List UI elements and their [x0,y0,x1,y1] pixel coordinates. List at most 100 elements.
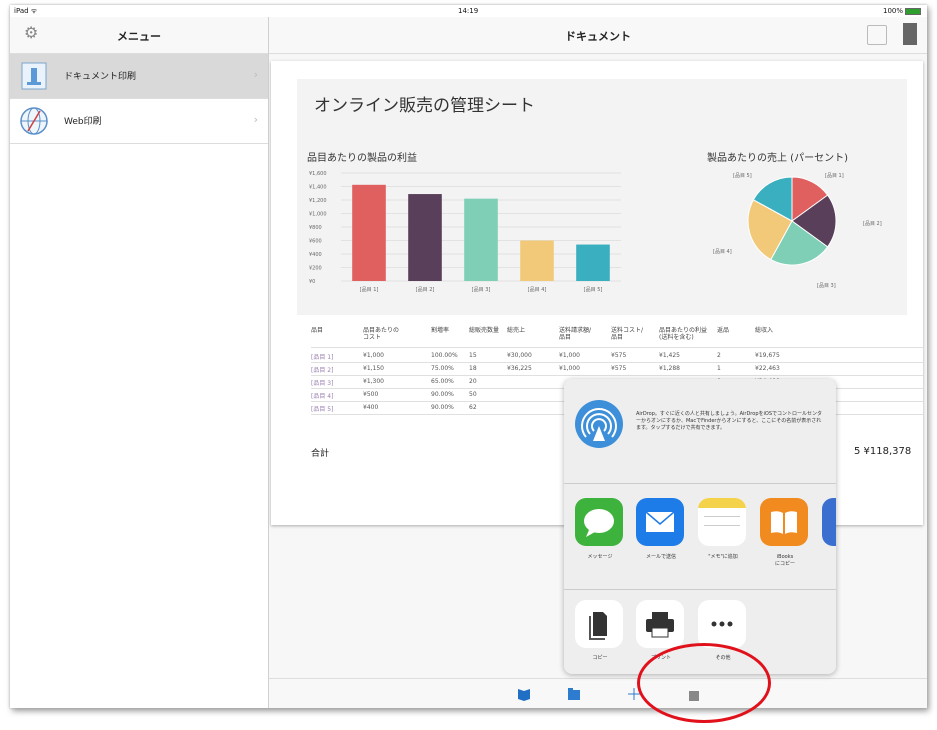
bar-chart-title: 品目あたりの製品の利益 [307,153,417,164]
y-tick-label: ¥800 [309,225,322,231]
table-cell: ¥30,000 [507,352,532,359]
table-cell: ¥575 [611,352,627,359]
column-header: 品目 [311,327,324,334]
pie-chart-title: 製品あたりの売上 (パーセント) [707,153,848,164]
airdrop-icon [575,400,623,448]
x-tick-label: [品目 2] [416,287,435,293]
column-header: 割増率 [431,327,450,334]
pie-label: [品目 4] [713,249,732,255]
table-cell: 62 [469,404,477,411]
messages-icon [575,498,623,546]
y-tick-label: ¥1,600 [309,171,327,177]
column-header: 品目あたりの利益 (送料を含む) [659,327,708,341]
sidebar-item-web-print[interactable]: Web印刷 › [10,99,268,144]
ipad-screen: iPad ᯤ 14:19 100% ⚙ メニュー ドキュメント印刷 › Web印… [10,5,927,708]
pie-chart: [品目 1] [品目 2] [品目 3] [品目 4] [品目 5] [713,173,882,289]
device-label: iPad ᯤ [14,7,38,15]
pie-label: [品目 3] [817,283,836,289]
column-header: 返品 [717,327,730,334]
table-cell: [品目 5] [311,406,334,413]
x-tick-label: [品目 3] [472,287,491,293]
y-tick-label: ¥0 [309,279,315,285]
table-cell: 90.00% [431,404,454,411]
app-partial[interactable] [822,498,836,546]
y-tick-label: ¥1,200 [309,198,327,204]
app-mail[interactable]: メールで送信 [636,498,686,561]
table-cell: [品目 3] [311,380,334,387]
table-cell: ¥1,000 [363,352,384,359]
column-header: 総売上 [507,327,526,334]
copy-icon [575,600,623,648]
printer-icon[interactable] [903,23,917,45]
table-cell: [品目 4] [311,393,334,400]
folder-icon[interactable] [567,687,581,701]
table-cell: 75.00% [431,365,454,372]
printer-icon [636,600,684,648]
airdrop-description: AirDrop。すぐに近くの人と共有しましょう。AirDropをiOSでコントロ… [636,411,822,431]
table-cell: 65.00% [431,378,454,385]
status-bar: iPad ᯤ 14:19 100% [10,5,927,17]
table-cell: 90.00% [431,391,454,398]
table-cell: ¥1,288 [659,365,680,372]
airdrop-section: AirDrop。すぐに近くの人と共有しましょう。AirDropをiOSでコントロ… [564,379,836,484]
app-name: iBooks にコピー [774,554,795,567]
table-cell: ¥575 [611,365,627,372]
table-cell: 20 [469,378,477,385]
battery-icon [905,7,921,15]
x-tick-label: [品目 5] [584,287,603,293]
sidebar-title: メニュー [117,30,161,43]
bottom-toolbar [269,678,927,708]
table-cell: ¥1,425 [659,352,680,359]
sidebar-item-document-print[interactable]: ドキュメント印刷 › [10,54,268,99]
book-icon[interactable] [517,687,531,701]
document-print-icon [21,62,47,90]
table-cell: ¥400 [363,404,379,411]
battery-status: 100% [883,7,921,15]
copy-button[interactable]: コピー [575,600,625,661]
table-cell: ¥36,225 [507,365,532,372]
table-cell: [品目 2] [311,367,334,374]
print-settings-icon[interactable] [867,25,887,45]
table-cell: 1 [717,365,721,372]
action-name: コピー [592,655,608,661]
table-header: 品目 品目あたりの コスト 割増率 総販売数量 総売上 送料請求額/ 品目 送料コスト/ 品… [311,327,923,348]
total-value: 5 ¥118,378 [854,446,912,457]
clock: 14:19 [458,7,479,15]
notes-icon [698,498,746,546]
table-cell: ¥1,150 [363,365,384,372]
table-cell: ¥500 [363,391,379,398]
y-tick-label: ¥200 [309,266,322,272]
highlight-annotation [637,643,771,723]
app-notes[interactable]: "メモ"に追加 [698,498,748,561]
table-cell: ¥19,675 [755,352,780,359]
y-tick-label: ¥600 [309,239,322,245]
column-header: 送料コスト/ 品目 [611,327,644,341]
globe-icon [20,107,48,135]
sidebar-navbar: ⚙ メニュー [10,17,268,54]
document-title: オンライン販売の管理シート [314,96,535,116]
bar [520,240,554,281]
bar [352,184,386,281]
x-tick-label: [品目 1] [360,287,379,293]
table-cell: ¥1,300 [363,378,384,385]
app-name: メッセージ [587,554,613,560]
pie-label: [品目 2] [863,221,882,227]
main-navbar: ドキュメント [269,17,927,54]
table-cell: ¥1,000 [559,352,580,359]
table-cell: ¥22,463 [755,365,780,372]
sidebar-item-label: Web印刷 [64,117,102,127]
chevron-right-icon: › [253,68,258,81]
column-header: 総販売数量 [469,327,500,334]
table-cell: ¥1,000 [559,365,580,372]
app-messages[interactable]: メッセージ [575,498,625,561]
sidebar: ⚙ メニュー ドキュメント印刷 › Web印刷 › [10,17,269,708]
chart-band: オンライン販売の管理シート 品目あたりの製品の利益 製品あたりの売上 (パーセン… [297,79,907,315]
pie-label: [品目 1] [825,173,844,179]
page-title: ドキュメント [565,30,631,43]
share-apps-row: メッセージ メールで送信 "メモ"に追加 iBooks にコピー [564,484,836,590]
app-ibooks[interactable]: iBooks にコピー [760,498,810,568]
table-cell: 50 [469,391,477,398]
bar [576,244,610,281]
total-label: 合計 [311,449,330,459]
bar [408,194,442,281]
